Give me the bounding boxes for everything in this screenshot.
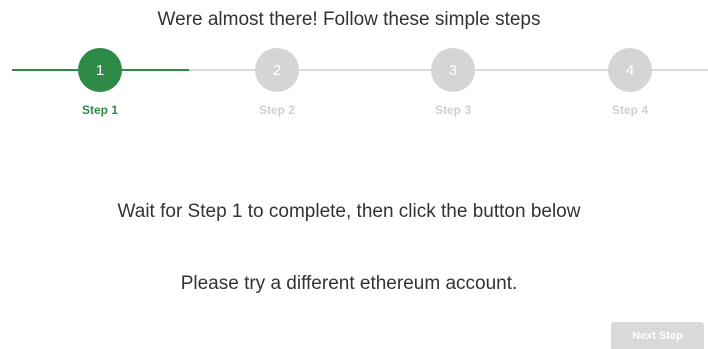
step-4-circle[interactable]: 4 <box>608 48 652 92</box>
step-4-label: Step 4 <box>611 103 648 117</box>
page-title: Were almost there! Follow these simple s… <box>157 9 541 30</box>
step-3-circle[interactable]: 3 <box>431 48 475 92</box>
step-3-label: Step 3 <box>434 103 471 117</box>
step-4[interactable]: 4 Step 4 <box>590 48 670 117</box>
wizard-page: Were almost there! Follow these simple s… <box>0 0 708 349</box>
step-2-label: Step 2 <box>258 103 295 117</box>
step-1-label: Step 1 <box>81 103 118 117</box>
progress-stepper: 1 Step 1 2 Step 2 3 Step 3 4 Step 4 <box>0 48 708 118</box>
step-1-circle[interactable]: 1 <box>78 48 122 92</box>
step-instruction: Wait for Step 1 to complete, then click … <box>117 201 581 222</box>
step-3[interactable]: 3 Step 3 <box>413 48 493 117</box>
step-2-circle[interactable]: 2 <box>255 48 299 92</box>
next-step-button[interactable]: Next Step <box>611 322 704 349</box>
account-error-message: Please try a different ethereum account. <box>180 273 518 294</box>
step-2[interactable]: 2 Step 2 <box>237 48 317 117</box>
step-1[interactable]: 1 Step 1 <box>60 48 140 117</box>
